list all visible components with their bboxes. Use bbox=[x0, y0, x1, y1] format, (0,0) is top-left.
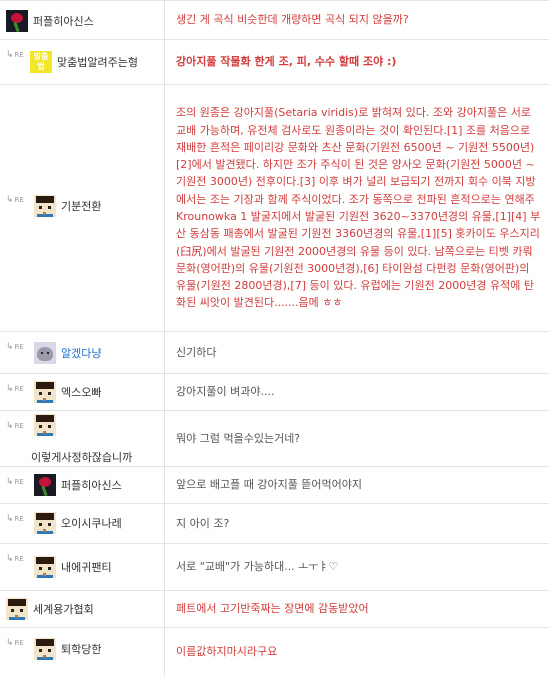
reply-marker: ↳RE bbox=[6, 554, 24, 564]
pixel-boy-icon bbox=[34, 638, 56, 660]
comment-author-cell: ↳RE 이렇게사정하잖습니까 bbox=[0, 411, 165, 466]
rose-icon bbox=[34, 474, 56, 496]
pixel-boy-icon bbox=[34, 195, 56, 217]
reply-arrow-icon: ↳ bbox=[6, 195, 14, 205]
comment-row: 세계용가협회 페트에서 고기반죽짜는 장면에 감동받았어 bbox=[0, 591, 549, 628]
comment-text: 페트에서 고기반죽짜는 장면에 감동받았어 bbox=[176, 602, 369, 616]
reply-arrow-icon: ↳ bbox=[6, 514, 14, 524]
comment-author-cell: ↳RE 퇴학당한 bbox=[0, 628, 165, 676]
comment-text: 서로 "교배"가 가능하대... ㅗㅜㅑ♡ bbox=[176, 560, 339, 574]
reply-marker: ↳RE bbox=[6, 50, 24, 60]
pixel-boy-icon bbox=[34, 512, 56, 534]
comment-text: 강아지풀 작물화 한게 조, 피, 수수 할때 조야 :) bbox=[176, 55, 397, 69]
comment-text: 강아지풀이 벼과야.... bbox=[176, 385, 275, 399]
reply-marker: ↳RE bbox=[6, 195, 24, 205]
comment-row: ↳RE 엑스오빠 강아지풀이 벼과야.... bbox=[0, 374, 549, 411]
reply-arrow-icon: ↳ bbox=[6, 50, 14, 60]
author-nickname[interactable]: 맞춤법알려주는형 bbox=[57, 54, 138, 70]
reply-marker: ↳RE bbox=[6, 514, 24, 524]
author-nickname[interactable]: 기분전환 bbox=[61, 198, 101, 214]
rose-icon bbox=[6, 10, 28, 32]
pixel-boy-icon bbox=[34, 381, 56, 403]
comment-author-cell: 세계용가협회 bbox=[0, 591, 165, 627]
comment-author-cell: 퍼플히아신스 bbox=[0, 1, 165, 39]
comment-text: 앞으로 배고플 때 강아지풀 뜯어먹어야지 bbox=[176, 478, 363, 492]
comment-author-cell: ↳RE 기분전환 bbox=[0, 85, 165, 331]
comment-author-cell: ↳RE 맞춤법 맞춤법알려주는형 bbox=[0, 40, 165, 84]
comment-author-cell: ↳RE 엑스오빠 bbox=[0, 374, 165, 410]
comment-text: 신기하다 bbox=[176, 345, 217, 359]
comment-text: 뭐야 그럼 먹을수있는거네? bbox=[176, 431, 301, 445]
comment-author-cell: ↳RE 내에귀팬티 bbox=[0, 544, 165, 590]
cat-icon bbox=[34, 342, 56, 364]
author-nickname[interactable]: 퇴학당한 bbox=[61, 641, 101, 657]
reply-arrow-icon: ↳ bbox=[6, 342, 14, 352]
pixel-boy-icon bbox=[34, 556, 56, 578]
comment-author-cell: ↳RE 퍼플히아신스 bbox=[0, 467, 165, 503]
comment-row: ↳RE 내에귀팬티 서로 "교배"가 가능하대... ㅗㅜㅑ♡ bbox=[0, 544, 549, 591]
reply-arrow-icon: ↳ bbox=[6, 477, 14, 487]
reply-arrow-icon: ↳ bbox=[6, 638, 14, 648]
reply-arrow-icon: ↳ bbox=[6, 384, 14, 394]
comment-text: 이름값하지마시라구요 bbox=[176, 645, 278, 659]
pixel-boy-icon bbox=[34, 414, 56, 436]
author-nickname[interactable]: 알겠다냥 bbox=[61, 345, 101, 361]
comment-row: ↳RE 퇴학당한 이름값하지마시라구요 bbox=[0, 628, 549, 676]
comment-author-cell: ↳RE 오이시쿠나레 bbox=[0, 504, 165, 543]
author-nickname[interactable]: 퍼플히아신스 bbox=[61, 477, 122, 493]
reply-marker: ↳RE bbox=[6, 384, 24, 394]
comment-text: 조의 원종은 강아지풀(Setaria viridis)로 밝혀져 있다. 조와… bbox=[176, 106, 541, 310]
comment-text: 생긴 게 곡식 비슷한데 개량하면 곡식 되지 않을까? bbox=[176, 13, 409, 27]
author-nickname[interactable]: 이렇게사정하잖습니까 bbox=[31, 449, 132, 465]
comment-row: 퍼플히아신스 생긴 게 곡식 비슷한데 개량하면 곡식 되지 않을까? bbox=[0, 0, 549, 40]
reply-marker: ↳RE bbox=[6, 477, 24, 487]
reply-arrow-icon: ↳ bbox=[6, 421, 14, 431]
yellow-badge-icon: 맞춤법 bbox=[30, 51, 52, 73]
pixel-boy-icon bbox=[6, 598, 28, 620]
reply-arrow-icon: ↳ bbox=[6, 554, 14, 564]
comment-text: 지 아이 조? bbox=[176, 516, 230, 530]
reply-marker: ↳RE bbox=[6, 638, 24, 648]
comment-list: 퍼플히아신스 생긴 게 곡식 비슷한데 개량하면 곡식 되지 않을까? ↳RE … bbox=[0, 0, 549, 676]
comment-row: ↳RE 기분전환 조의 원종은 강아지풀(Setaria viridis)로 밝… bbox=[0, 85, 549, 332]
author-nickname[interactable]: 엑스오빠 bbox=[61, 384, 101, 400]
reply-marker: ↳RE bbox=[6, 342, 24, 352]
comment-row: ↳RE 알겠다냥 신기하다 bbox=[0, 332, 549, 374]
comment-row: ↳RE 오이시쿠나레 지 아이 조? bbox=[0, 504, 549, 544]
author-nickname[interactable]: 세계용가협회 bbox=[33, 601, 94, 617]
comment-row: ↳RE 이렇게사정하잖습니까 뭐야 그럼 먹을수있는거네? bbox=[0, 411, 549, 467]
reply-marker: ↳RE bbox=[6, 421, 24, 431]
comment-row: ↳RE 퍼플히아신스 앞으로 배고플 때 강아지풀 뜯어먹어야지 bbox=[0, 467, 549, 504]
comment-author-cell: ↳RE 알겠다냥 bbox=[0, 332, 165, 373]
comment-row: ↳RE 맞춤법 맞춤법알려주는형 강아지풀 작물화 한게 조, 피, 수수 할때… bbox=[0, 40, 549, 85]
author-nickname[interactable]: 내에귀팬티 bbox=[61, 559, 112, 575]
author-nickname[interactable]: 오이시쿠나레 bbox=[61, 515, 122, 531]
author-nickname[interactable]: 퍼플히아신스 bbox=[33, 13, 94, 29]
